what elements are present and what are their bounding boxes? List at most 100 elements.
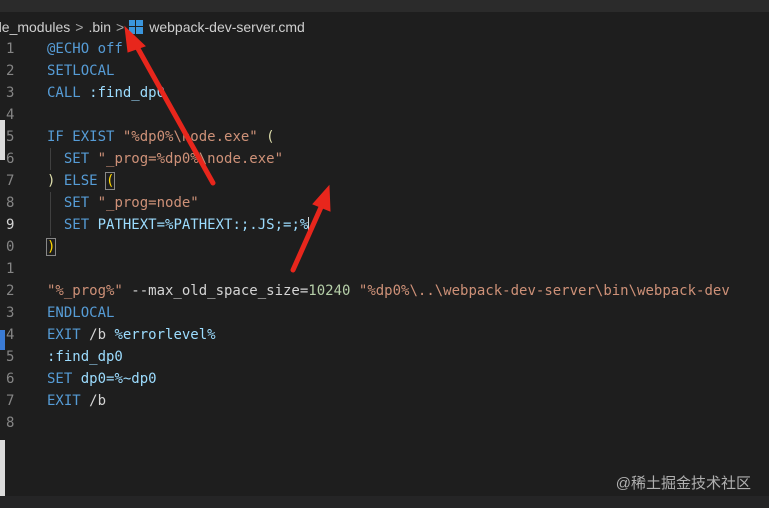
code-line[interactable]: 3 ENDLOCAL	[0, 302, 769, 324]
code-text: ENDLOCAL	[47, 302, 114, 324]
code-text: SET "_prog=%dp0%\node.exe"	[47, 148, 283, 170]
line-number: 7	[6, 173, 15, 189]
code-token: ELSE	[63, 173, 98, 189]
code-text: "%_prog%" --max_old_space_size=10240 "%d…	[47, 280, 730, 302]
line-number: 4	[6, 327, 15, 343]
line-number: 0	[6, 239, 15, 255]
code-token: "%_prog%"	[47, 283, 123, 299]
code-token: "_prog=%dp0%\node.exe"	[97, 151, 284, 167]
code-token: 10240	[308, 283, 351, 299]
left-edge-panel	[0, 120, 5, 160]
code-text: SET "_prog=node"	[47, 192, 199, 214]
code-line[interactable]: 2 SETLOCAL	[0, 60, 769, 82]
chevron-right-icon: >	[116, 19, 125, 35]
watermark: @稀土掘金技术社区	[615, 475, 751, 492]
code-token: SET	[47, 371, 73, 387]
breadcrumb-item-bin[interactable]: .bin	[88, 19, 111, 35]
code-line[interactable]: 7) ELSE (	[0, 170, 769, 192]
code-text: @ECHO off	[47, 38, 123, 60]
code-text: CALL :find_dp0	[47, 82, 165, 104]
line-number: 9	[6, 217, 15, 233]
code-line[interactable]: 6 SET "_prog=%dp0%\node.exe"	[0, 148, 769, 170]
code-token: :find_dp0	[89, 85, 166, 101]
line-number: 6	[6, 371, 15, 387]
code-line[interactable]: 5 :find_dp0	[0, 346, 769, 368]
code-token: EXIT	[47, 393, 81, 409]
line-number: 5	[6, 129, 15, 145]
code-token: (	[104, 172, 116, 190]
line-number: 3	[6, 305, 15, 321]
code-line[interactable]: 8 SET "_prog=node"	[0, 192, 769, 214]
text-cursor	[308, 217, 310, 233]
code-line[interactable]: 4	[0, 104, 769, 126]
chevron-right-icon: >	[75, 19, 84, 35]
code-text: EXIT /b %errorlevel%	[47, 324, 216, 346]
code-token: --max_old_space_size=	[122, 283, 309, 299]
code-line[interactable]: 7 EXIT /b	[0, 390, 769, 412]
breadcrumb-item-file[interactable]: webpack-dev-server.cmd	[149, 19, 305, 35]
window-top-strip	[0, 0, 769, 12]
code-token: SETLOCAL	[47, 63, 115, 79]
status-strip	[0, 496, 769, 508]
line-number: 3	[6, 85, 15, 101]
code-text: SET PATHEXT=%PATHEXT:;.JS;=;%	[47, 214, 310, 236]
code-token: dp0=%~dp0	[80, 371, 157, 387]
line-number: 5	[6, 349, 15, 365]
line-number: 8	[6, 415, 15, 431]
left-edge-panel	[0, 440, 5, 496]
code-editor[interactable]: 1 @ECHO off 2 SETLOCAL 3 CALL :find_dp0 4 5 IF E…	[0, 38, 769, 478]
line-number: 8	[6, 195, 15, 211]
code-text: EXIT /b	[47, 390, 106, 412]
code-token: "%dp0%\..\webpack-dev-server\bin\webpack…	[358, 283, 730, 299]
code-token: %errorlevel%	[114, 327, 216, 343]
code-text: SET dp0=%~dp0	[47, 368, 157, 390]
line-number: 6	[6, 151, 15, 167]
line-number: 2	[6, 63, 15, 79]
line-number: 2	[6, 283, 15, 299]
code-token: "_prog=node"	[97, 195, 199, 211]
code-text: )	[45, 236, 57, 258]
code-line[interactable]: 9 SET PATHEXT=%PATHEXT:;.JS;=;%	[0, 214, 769, 236]
code-token: EXIT	[47, 327, 81, 343]
code-line[interactable]: 5 IF EXIST "%dp0%\node.exe" (	[0, 126, 769, 148]
code-token: SET	[63, 217, 90, 233]
code-line[interactable]: 3 CALL :find_dp0	[0, 82, 769, 104]
line-number: 4	[6, 107, 15, 123]
code-token: )	[45, 238, 57, 256]
code-line[interactable]: 1 @ECHO off	[0, 38, 769, 60]
code-token: ENDLOCAL	[47, 305, 115, 321]
code-line[interactable]: 0)	[0, 236, 769, 258]
windows-icon	[129, 20, 144, 34]
code-line[interactable]: 2 "%_prog%" --max_old_space_size=10240 "%…	[0, 280, 769, 302]
code-token: :find_dp0	[47, 349, 123, 365]
code-token: PATHEXT=%PATHEXT:;.JS;=;%	[97, 217, 309, 233]
line-number: 1	[6, 41, 15, 57]
code-line[interactable]: 6 SET dp0=%~dp0	[0, 368, 769, 390]
code-token: IF EXIST	[47, 129, 115, 145]
breadcrumb-item-node-modules[interactable]: de_modules	[0, 19, 70, 35]
code-line[interactable]: 1	[0, 258, 769, 280]
code-token: CALL	[47, 85, 81, 101]
code-token: SET	[63, 195, 90, 211]
code-line[interactable]: 4 EXIT /b %errorlevel%	[0, 324, 769, 346]
code-text: :find_dp0	[47, 346, 123, 368]
code-text: IF EXIST "%dp0%\node.exe" (	[47, 126, 275, 148]
code-line[interactable]: 8	[0, 412, 769, 434]
code-token: @ECHO off	[47, 41, 123, 57]
code-token: /b	[80, 327, 115, 343]
code-token: /b	[80, 393, 107, 409]
code-token: "%dp0%\node.exe"	[122, 129, 258, 145]
code-token: (	[266, 129, 275, 145]
